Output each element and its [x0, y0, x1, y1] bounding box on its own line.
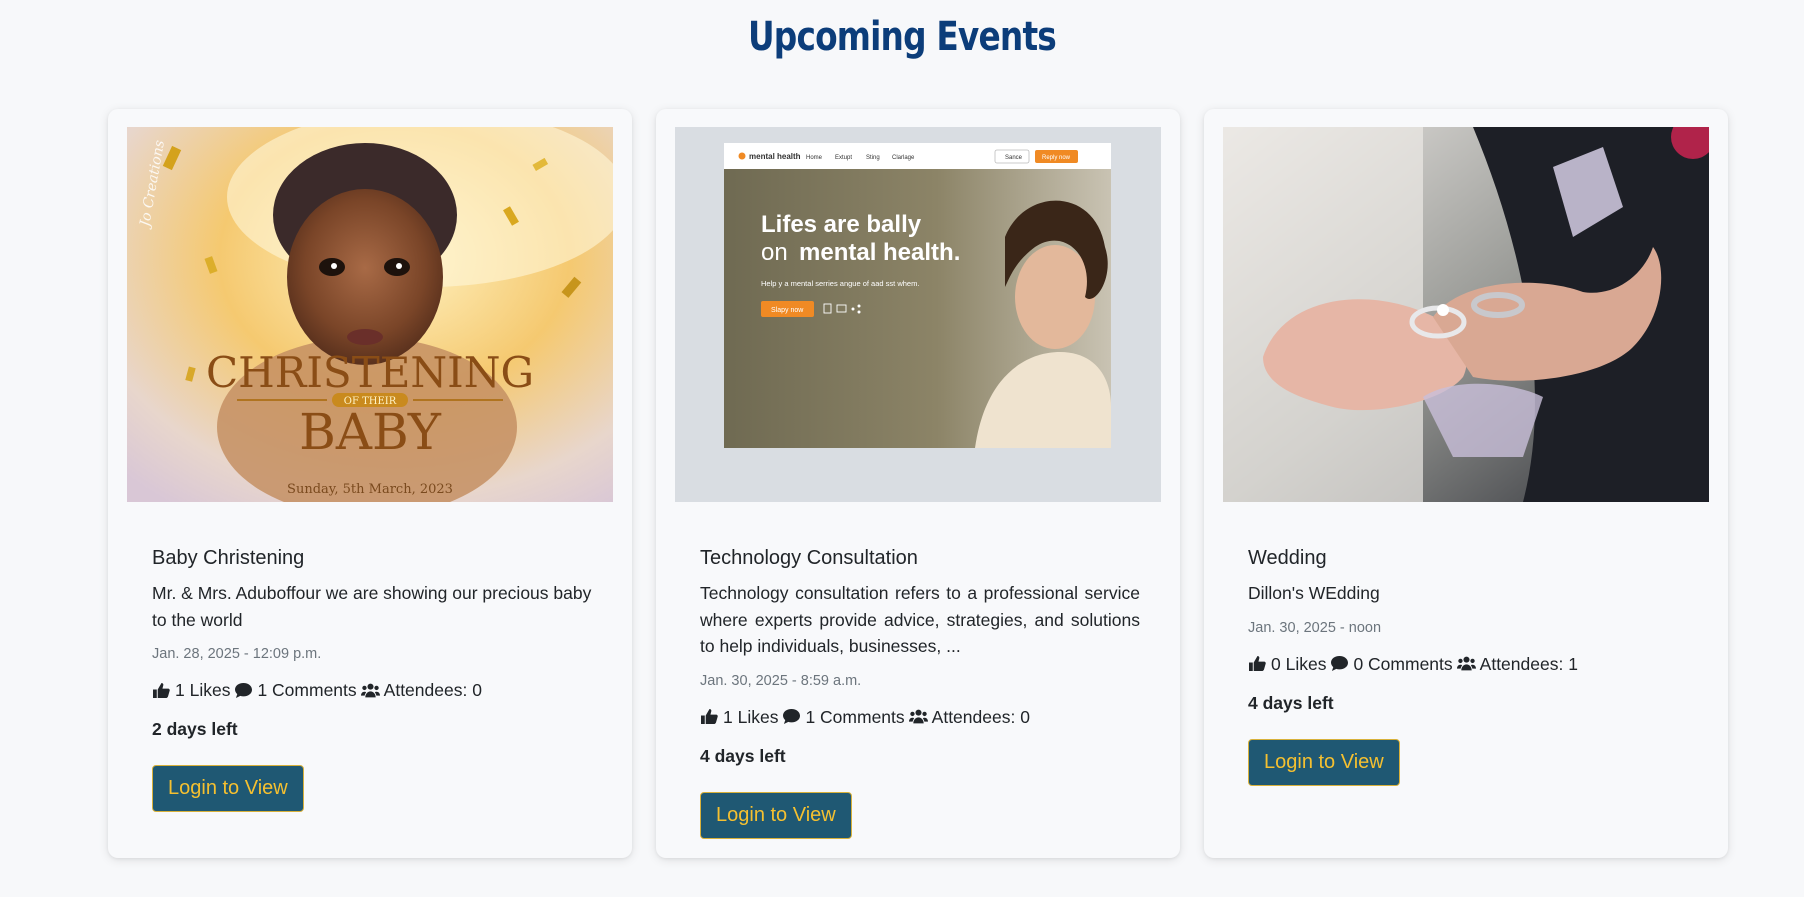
event-stats: 1 Likes 1 Comments Attendees: 0 [152, 678, 592, 702]
event-card: mental health Home Extupt Sting Clarlage… [656, 109, 1180, 858]
mh-nav-3: Clarlage [892, 155, 915, 161]
christening-image-date: Sunday, 5th March, 2023 [287, 482, 453, 497]
users-icon [360, 681, 381, 699]
event-image-mental-health: mental health Home Extupt Sting Clarlage… [675, 127, 1161, 502]
mh-headline2a: on [761, 239, 788, 266]
mh-cta-top: Reply now [1042, 155, 1071, 161]
event-date: Jan. 28, 2025 - 12:09 p.m. [152, 646, 322, 662]
comment-icon [1330, 655, 1350, 673]
comments-count: 0 Comments [1353, 653, 1453, 674]
event-title: Technology Consultation [700, 547, 918, 569]
event-image-christening: Jo Creations CHRISTENING OF THEIR BABY S… [127, 127, 613, 502]
attendees-count: Attendees: 1 [1479, 653, 1578, 674]
event-stats: 0 Likes 0 Comments Attendees: 1 [1248, 652, 1688, 676]
login-to-view-button[interactable]: Login to View [152, 765, 304, 812]
likes-count: 1 Likes [723, 706, 779, 727]
likes-count: 0 Likes [1271, 653, 1327, 674]
event-card: Wedding Dillon's WEdding Jan. 30, 2025 -… [1204, 109, 1728, 858]
likes-count: 1 Likes [175, 680, 231, 700]
mh-brand: mental health [749, 152, 801, 161]
attendees-count: Attendees: 0 [383, 680, 482, 700]
event-description: Technology consultation refers to a prof… [700, 583, 1140, 656]
event-title: Wedding [1248, 547, 1327, 569]
event-description: Dillon's WEdding [1248, 583, 1380, 603]
mh-cta: Slapy now [771, 307, 804, 314]
thumbs-up-icon [1248, 655, 1268, 673]
events-grid: Jo Creations CHRISTENING OF THEIR BABY S… [0, 0, 1804, 897]
mh-nav-0: Home [806, 155, 823, 161]
event-title: Baby Christening [152, 547, 305, 569]
thumbs-up-icon [700, 708, 720, 726]
event-card: Jo Creations CHRISTENING OF THEIR BABY S… [108, 109, 632, 858]
days-left: 2 days left [152, 719, 238, 739]
comment-icon [782, 708, 802, 726]
mh-nav-2: Sting [866, 155, 880, 161]
event-date: Jan. 30, 2025 - noon [1248, 619, 1382, 636]
comment-icon [234, 681, 254, 699]
event-description: Mr. & Mrs. Aduboffour we are showing our… [152, 583, 592, 630]
mh-headline1: Lifes are bally [761, 211, 922, 238]
event-image-wedding [1223, 127, 1709, 502]
login-to-view-button[interactable]: Login to View [1248, 738, 1400, 786]
event-date: Jan. 30, 2025 - 8:59 a.m. [700, 672, 862, 689]
thumbs-up-icon [152, 681, 172, 699]
days-left: 4 days left [1248, 692, 1334, 713]
mh-nav-btn: Sance [1005, 155, 1023, 161]
mh-nav-1: Extupt [835, 155, 852, 161]
christening-image-line1: CHRISTENING [206, 348, 534, 397]
mh-sub: Help y a mental serries angue of aad sst… [761, 279, 919, 288]
comments-count: 1 Comments [257, 680, 357, 700]
mh-headline2b: mental health. [799, 239, 960, 266]
attendees-count: Attendees: 0 [931, 706, 1030, 727]
christening-image-line2: BABY [299, 403, 442, 461]
event-stats: 1 Likes 1 Comments Attendees: 0 [700, 705, 1140, 729]
comments-count: 1 Comments [805, 706, 905, 727]
login-to-view-button[interactable]: Login to View [700, 791, 852, 839]
users-icon [908, 708, 929, 726]
days-left: 4 days left [700, 745, 786, 766]
users-icon [1456, 655, 1477, 673]
